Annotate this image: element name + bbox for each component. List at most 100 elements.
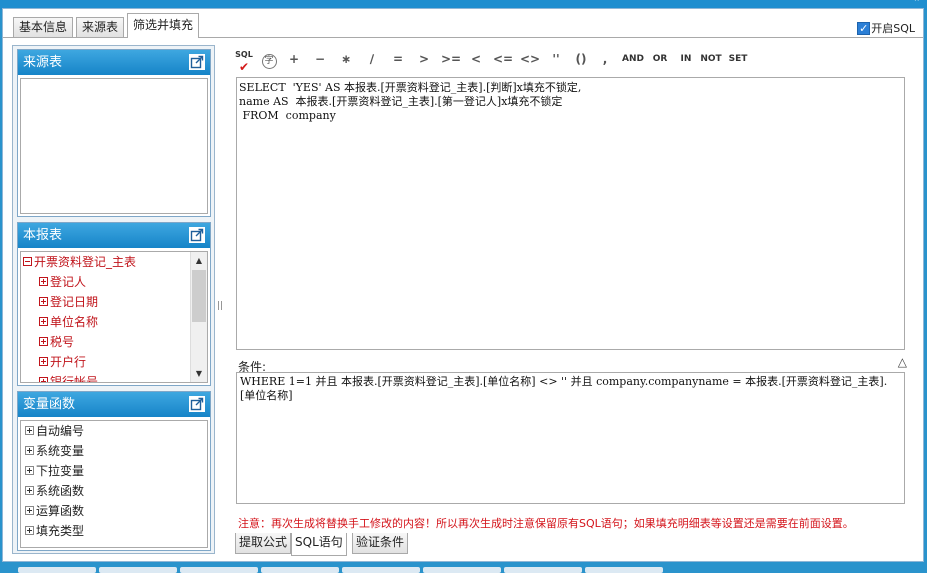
scroll-thumb[interactable] (192, 270, 206, 322)
multiply-button[interactable]: ∗ (337, 49, 355, 69)
taskbar-item[interactable] (99, 567, 177, 573)
tree-node-label: 自动编号 (36, 424, 85, 438)
expand-icon[interactable] (25, 506, 34, 515)
tree-root-label: 开票资料登记_主表 (34, 255, 137, 269)
check-icon[interactable]: ✓ (857, 21, 871, 35)
popout-icon[interactable] (189, 54, 205, 70)
taskbar-item[interactable] (342, 567, 420, 573)
taskbar-item[interactable] (180, 567, 258, 573)
set-button[interactable]: SET (726, 49, 750, 69)
parenthesis-button[interactable]: () (571, 49, 591, 69)
expand-icon[interactable] (25, 486, 34, 495)
tree-node-label: 运算函数 (36, 504, 85, 518)
tree-root-node[interactable]: 开票资料登记_主表 (21, 252, 207, 272)
expand-icon[interactable] (39, 297, 48, 306)
sql-editor[interactable]: SELECT 'YES' AS 本报表.[开票资料登记_主表].[判断]x填充不… (236, 77, 905, 350)
tab-filter-fill[interactable]: 筛选并填充 (127, 13, 200, 38)
in-button[interactable]: IN (675, 49, 697, 69)
quote-button[interactable]: '' (547, 49, 565, 69)
tree-node-label: 登记日期 (50, 295, 99, 309)
expand-icon[interactable] (25, 466, 34, 475)
tree-node[interactable]: 单位名称 (21, 312, 207, 332)
dialog-window: 基本信息 来源表 筛选并填充 ✓ 开启SQL 来源表 本报表 开票资料登记_主表… (2, 8, 924, 562)
collapse-icon[interactable] (23, 257, 32, 266)
string-icon: 字 (261, 54, 277, 69)
check-icon: ✔ (238, 60, 250, 74)
tab-sql-statement[interactable]: SQL语句 (291, 533, 347, 556)
tree-node-label: 开户行 (50, 355, 87, 369)
taskbar-item[interactable] (261, 567, 339, 573)
panel-splitter[interactable]: || (217, 299, 223, 313)
taskbar-item[interactable] (585, 567, 663, 573)
tab-validation[interactable]: 验证条件 (352, 533, 409, 554)
expand-icon[interactable] (39, 317, 48, 326)
taskbar-item[interactable] (18, 567, 96, 573)
left-column: 来源表 本报表 开票资料登记_主表 登记人 登记日期 单位名称 税号 开户行 银… (12, 45, 215, 554)
equals-button[interactable]: = (389, 49, 407, 69)
tree-node-label: 登记人 (50, 275, 87, 289)
sql-check-button[interactable]: SQL ✔ (234, 49, 254, 73)
tree-node-label: 单位名称 (50, 315, 99, 329)
tab-basic-info[interactable]: 基本信息 (13, 17, 74, 37)
scroll-down-icon[interactable]: ▼ (191, 365, 207, 382)
expand-icon[interactable] (25, 426, 34, 435)
comma-button[interactable]: , (597, 49, 613, 69)
not-button[interactable]: NOT (699, 49, 723, 69)
tree-node[interactable]: 登记日期 (21, 292, 207, 312)
tree-node[interactable]: 开户行 (21, 352, 207, 372)
string-button[interactable]: 字 (259, 49, 279, 69)
less-button[interactable]: < (467, 49, 485, 69)
greater-equal-button[interactable]: >= (441, 49, 461, 69)
tree-node-label: 填充类型 (36, 524, 85, 538)
tree-node[interactable]: 运算函数 (21, 501, 207, 521)
report-tree: 开票资料登记_主表 登记人 登记日期 单位名称 税号 开户行 银行帐号 ▲ ▼ (20, 251, 208, 383)
minus-button[interactable]: − (311, 49, 329, 69)
tree-node[interactable]: 系统函数 (21, 481, 207, 501)
not-equal-button[interactable]: <> (519, 49, 541, 69)
popout-icon[interactable] (189, 396, 205, 412)
popout-icon[interactable] (189, 227, 205, 243)
expand-icon[interactable] (39, 357, 48, 366)
expand-icon[interactable] (39, 377, 48, 382)
or-button[interactable]: OR (649, 49, 671, 69)
report-tree-scrollbar[interactable]: ▲ ▼ (190, 252, 207, 382)
tab-extract-formula[interactable]: 提取公式 (235, 533, 292, 554)
divide-button[interactable]: ∕ (363, 49, 381, 69)
window-corner-icon[interactable]: ⌃ (913, 0, 923, 8)
tree-node-label: 系统函数 (36, 484, 85, 498)
collapse-triangle-icon[interactable]: △ (898, 355, 907, 369)
expand-icon[interactable] (25, 526, 34, 535)
taskbar-item[interactable] (504, 567, 582, 573)
tree-node[interactable]: 银行帐号 (21, 372, 207, 383)
tree-node-label: 税号 (50, 335, 75, 349)
right-column: SQL ✔ 字 + − ∗ ∕ = > >= < <= <> '' () , AN… (229, 45, 912, 556)
source-tree (20, 78, 208, 214)
sql-check-label: SQL (235, 50, 253, 59)
sql-toolbar: SQL ✔ 字 + − ∗ ∕ = > >= < <= <> '' () , AN… (229, 45, 912, 73)
function-panel-title: 变量函数 (23, 397, 76, 412)
less-equal-button[interactable]: <= (493, 49, 513, 69)
tree-node[interactable]: 填充类型 (21, 521, 207, 541)
tree-node[interactable]: 自动编号 (21, 421, 207, 441)
expand-icon[interactable] (39, 277, 48, 286)
tree-node[interactable]: 下拉变量 (21, 461, 207, 481)
scroll-up-icon[interactable]: ▲ (191, 252, 207, 269)
expand-icon[interactable] (25, 446, 34, 455)
tree-node[interactable]: 登记人 (21, 272, 207, 292)
source-panel: 来源表 (17, 49, 211, 217)
tab-source-table[interactable]: 来源表 (76, 17, 125, 37)
function-tree: 自动编号 系统变量 下拉变量 系统函数 运算函数 填充类型 (20, 420, 208, 548)
tree-node[interactable]: 系统变量 (21, 441, 207, 461)
tree-node-label: 银行帐号 (50, 375, 99, 383)
report-panel-header: 本报表 (18, 223, 210, 248)
enable-sql-toggle[interactable]: ✓ 开启SQL (857, 20, 915, 36)
plus-button[interactable]: + (285, 49, 303, 69)
report-panel-title: 本报表 (23, 228, 63, 243)
enable-sql-label: 开启SQL (871, 22, 915, 35)
condition-editor[interactable]: WHERE 1=1 并且 本报表.[开票资料登记_主表].[单位名称] <> '… (236, 372, 905, 504)
and-button[interactable]: AND (621, 49, 645, 69)
expand-icon[interactable] (39, 337, 48, 346)
tree-node[interactable]: 税号 (21, 332, 207, 352)
taskbar-item[interactable] (423, 567, 501, 573)
greater-button[interactable]: > (415, 49, 433, 69)
